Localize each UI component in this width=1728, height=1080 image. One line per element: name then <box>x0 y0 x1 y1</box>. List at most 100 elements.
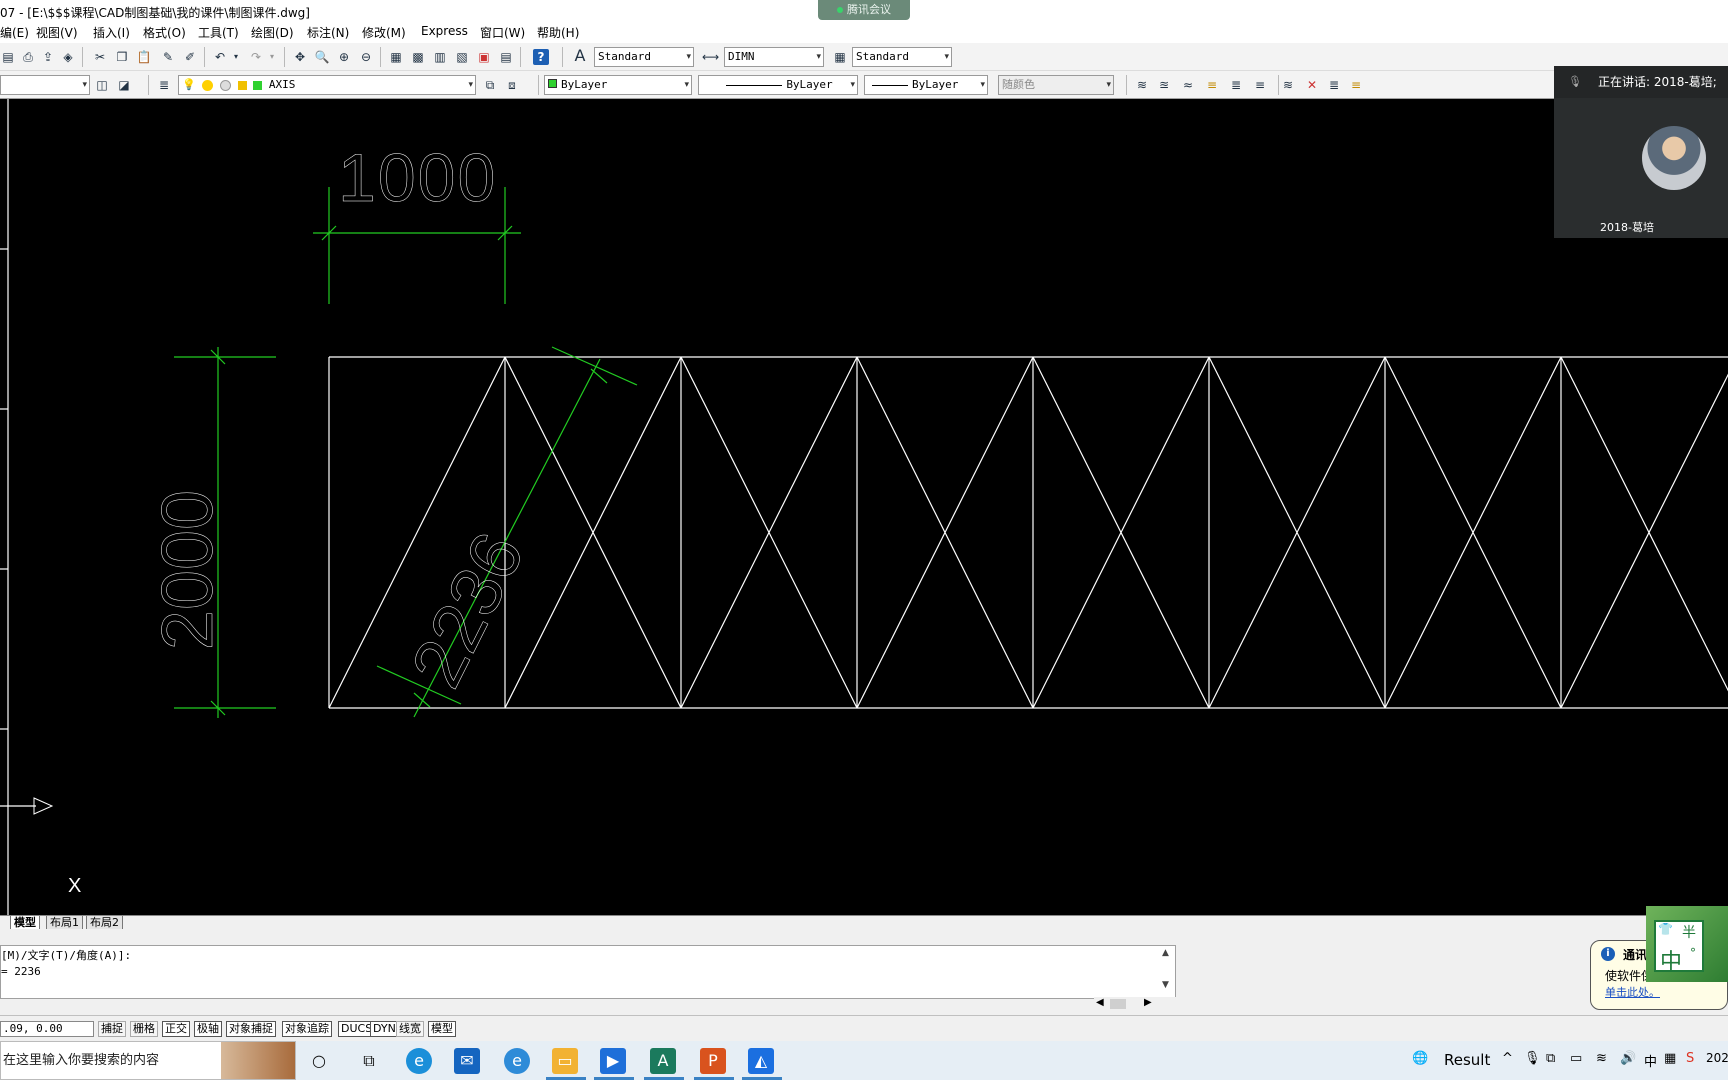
preview-icon[interactable]: ⎙ <box>20 49 36 65</box>
layer-tool-4-icon[interactable]: ≡ <box>1204 77 1220 93</box>
help-icon[interactable]: ? <box>533 49 549 65</box>
open-icon[interactable]: ▤ <box>0 49 16 65</box>
redo-dropdown-icon[interactable]: ▾ <box>264 49 280 65</box>
table-style-icon[interactable]: ▦ <box>832 49 848 65</box>
3d-icon[interactable]: ◈ <box>60 49 76 65</box>
table-style-select[interactable]: Standard ▾ <box>852 47 952 67</box>
undo-dropdown-icon[interactable]: ▾ <box>228 49 244 65</box>
pan-icon[interactable]: ✥ <box>292 49 308 65</box>
polar-toggle[interactable]: 极轴 <box>194 1021 222 1037</box>
lineweight-toggle[interactable]: 线宽 <box>396 1021 424 1037</box>
layer-tool-2-icon[interactable]: ≊ <box>1156 77 1172 93</box>
workspace-select[interactable]: ▾ <box>0 75 90 95</box>
layer-tool-7-icon[interactable]: ≋ <box>1280 77 1296 93</box>
ie-browser-icon[interactable]: e <box>504 1048 530 1074</box>
tray-ime-indicator[interactable]: 中 <box>1644 1051 1657 1070</box>
layer-previous-icon[interactable]: ◫ <box>94 77 110 93</box>
tray-network-share-icon[interactable]: ⧉ <box>1546 1051 1555 1066</box>
zoom-realtime-icon[interactable]: 🔍 <box>314 49 330 65</box>
sheet-set-icon[interactable]: ▧ <box>454 49 470 65</box>
design-center-icon[interactable]: ▩ <box>410 49 426 65</box>
menu-window[interactable]: 窗口(W) <box>480 24 525 41</box>
tab-layout1[interactable]: 布局1 <box>46 916 83 930</box>
edge-browser-icon[interactable]: e <box>406 1048 432 1074</box>
match-prop-icon[interactable]: ✎ <box>160 49 176 65</box>
diagonal-member[interactable] <box>1560 357 1728 709</box>
copy-icon[interactable]: ❐ <box>114 49 130 65</box>
otrack-toggle[interactable]: 对象追踪 <box>282 1021 332 1037</box>
scroll-left-icon[interactable]: ◀ <box>1096 997 1104 1008</box>
make-current-layer-icon[interactable]: ⧉ <box>482 77 498 93</box>
menu-tools[interactable]: 工具(T) <box>198 24 239 41</box>
menu-edit[interactable]: 编(E) <box>0 24 29 41</box>
undo-icon[interactable]: ↶ <box>212 49 228 65</box>
tool-palettes-icon[interactable]: ▥ <box>432 49 448 65</box>
snap-toggle[interactable]: 捕捉 <box>98 1021 126 1037</box>
ime-widget[interactable]: 👕 半 中 ° <box>1646 906 1728 982</box>
dim-style-icon[interactable]: ⟷ <box>702 49 719 65</box>
redo-icon[interactable]: ↷ <box>248 49 264 65</box>
markup-icon[interactable]: ▣ <box>476 49 492 65</box>
menu-dimension[interactable]: 标注(N) <box>307 24 349 41</box>
tray-battery-icon[interactable]: ▭ <box>1570 1051 1582 1066</box>
lineweight-select[interactable]: ByLayer ▾ <box>864 75 988 95</box>
zoom-previous-icon[interactable]: ⊖ <box>358 49 374 65</box>
layer-previous-undo-icon[interactable]: ⧈ <box>504 77 520 93</box>
command-horizontal-scrollbar[interactable]: ◀ ▶ <box>1094 997 1176 1011</box>
calculator-icon[interactable]: ▤ <box>498 49 514 65</box>
publish-icon[interactable]: ⇪ <box>40 49 56 65</box>
menu-format[interactable]: 格式(O) <box>143 24 186 41</box>
autocad-icon[interactable]: A <box>650 1048 676 1074</box>
tray-result[interactable]: Result <box>1444 1051 1490 1069</box>
video-app-icon[interactable]: ▶ <box>600 1048 626 1074</box>
dim-extension-line[interactable] <box>551 346 638 386</box>
properties-icon[interactable]: ▦ <box>388 49 404 65</box>
ortho-toggle[interactable]: 正交 <box>162 1021 190 1037</box>
layer-tool-6-icon[interactable]: ≡ <box>1252 77 1268 93</box>
model-toggle[interactable]: 模型 <box>428 1021 456 1037</box>
tray-grid-icon[interactable]: ▦ <box>1664 1051 1676 1066</box>
dyn-toggle[interactable]: DYN <box>370 1021 399 1037</box>
menu-modify[interactable]: 修改(M) <box>362 24 406 41</box>
scroll-right-icon[interactable]: ▶ <box>1144 997 1152 1008</box>
layer-tool-10-icon[interactable]: ≡ <box>1348 77 1364 93</box>
weather-icon[interactable]: 🌐 <box>1412 1051 1428 1066</box>
text-style-icon[interactable]: A <box>572 48 588 64</box>
notification-link[interactable]: 单击此处。 <box>1605 984 1660 1000</box>
menu-insert[interactable]: 插入(I) <box>93 24 130 41</box>
dim-tick[interactable] <box>413 692 431 708</box>
ime-status-box[interactable]: 👕 半 中 ° <box>1654 920 1704 975</box>
command-history[interactable]: [M)/文字(T)/角度(A)]: = 2236 <box>0 945 1176 999</box>
block-editor-icon[interactable]: ✐ <box>182 49 198 65</box>
osnap-toggle[interactable]: 对象捕捉 <box>226 1021 276 1037</box>
meeting-app-icon[interactable]: ◭ <box>748 1048 774 1074</box>
diagonal-member[interactable] <box>1560 356 1728 708</box>
drawing-canvas[interactable]: 1000 2000 2236 X <box>0 99 1728 915</box>
grid-toggle[interactable]: 栅格 <box>130 1021 158 1037</box>
tray-mic-icon[interactable]: 🎙 <box>1524 1051 1541 1066</box>
layer-tool-9-icon[interactable]: ≣ <box>1326 77 1342 93</box>
dim-style-select[interactable]: DIMN ▾ <box>724 47 824 67</box>
taskbar-search[interactable]: 在这里输入你要搜索的内容 <box>0 1041 296 1080</box>
cortana-icon[interactable]: ○ <box>306 1048 332 1074</box>
command-vertical-scrollbar[interactable]: ▲ ▼ <box>1160 946 1174 996</box>
cad-drawing[interactable] <box>0 99 1728 915</box>
linetype-select[interactable]: ByLayer ▾ <box>698 75 858 95</box>
layer-tool-5-icon[interactable]: ≣ <box>1228 77 1244 93</box>
layer-tool-1-icon[interactable]: ≋ <box>1134 77 1150 93</box>
tray-expand-icon[interactable]: ^ <box>1502 1051 1513 1066</box>
layer-tool-3-icon[interactable]: ≈ <box>1180 77 1196 93</box>
scroll-thumb[interactable] <box>1110 999 1126 1009</box>
tray-wifi-icon[interactable]: ≋ <box>1596 1051 1607 1066</box>
menu-help[interactable]: 帮助(H) <box>537 24 579 41</box>
menu-view[interactable]: 视图(V) <box>36 24 78 41</box>
meeting-video-panel[interactable]: 正在讲话: 2018-葛培; 🎙 👤 🎙 2018-葛培 <box>1554 66 1728 238</box>
layer-states-icon[interactable]: ◪ <box>116 77 132 93</box>
menu-draw[interactable]: 绘图(D) <box>251 24 294 41</box>
layer-tool-8-icon[interactable]: ✕ <box>1304 77 1320 93</box>
task-view-icon[interactable]: ⧉ <box>356 1048 382 1074</box>
text-style-select[interactable]: Standard ▾ <box>594 47 694 67</box>
tray-volume-icon[interactable]: 🔊 <box>1620 1051 1636 1066</box>
color-select[interactable]: ByLayer ▾ <box>544 75 692 95</box>
scroll-down-icon[interactable]: ▼ <box>1162 980 1169 990</box>
